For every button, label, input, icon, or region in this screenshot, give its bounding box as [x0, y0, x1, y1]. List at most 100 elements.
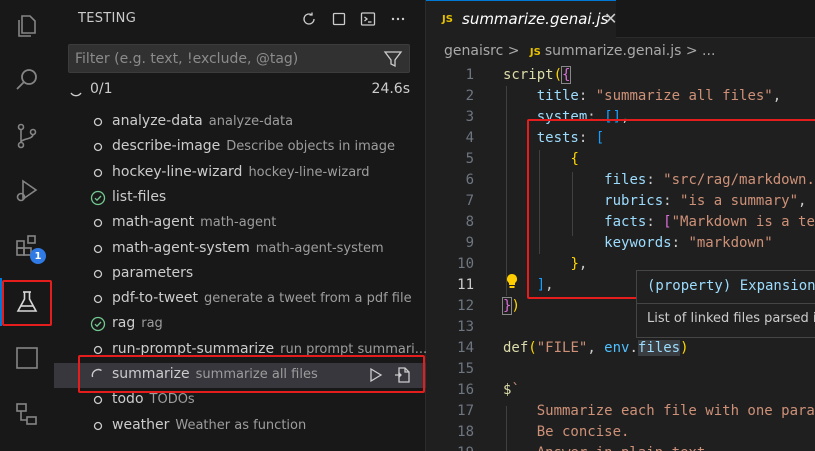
code-line: Answer in plain text. [503, 445, 714, 451]
line-number: 16 [457, 382, 474, 398]
line-number: 1 [465, 67, 474, 83]
source-control-icon[interactable] [0, 112, 54, 160]
filter-funnel-icon[interactable] [383, 49, 403, 69]
status-idle-icon [90, 165, 106, 181]
js-file-icon: JS [442, 14, 453, 25]
explorer-icon[interactable] [0, 2, 54, 50]
test-item-list-files[interactable]: list-files [54, 186, 426, 211]
test-description: TODOs [149, 392, 195, 408]
test-name: hockey-line-wizard [112, 163, 243, 180]
line-number: 19 [426, 445, 474, 451]
test-description: hockey-line-wizard [248, 164, 370, 180]
testing-sidebar: TESTING 0/1 24.6s analyze-dataanalyze-da… [54, 0, 427, 451]
line-number-current: 11 [457, 277, 474, 293]
filter-input[interactable] [75, 45, 375, 72]
test-item-parameters[interactable]: parameters [54, 262, 426, 287]
test-name: weather [112, 416, 170, 433]
code-line: }) [501, 297, 520, 315]
test-item-pdf-to-tweet[interactable]: pdf-to-tweet generate a tweet from a pdf … [54, 287, 426, 312]
hover-signature: (property) ExpansionV [647, 278, 815, 294]
breadcrumb-file[interactable]: summarize.genai.js [545, 43, 682, 59]
test-description: math-agent-system [255, 240, 384, 256]
run-debug-icon[interactable] [0, 166, 54, 214]
test-item-label: math-agent math-agent [112, 214, 276, 230]
js-file-icon: JS [529, 47, 541, 58]
test-duration: 24.6s [371, 81, 410, 97]
test-item-label: weather Weather as function [112, 417, 306, 433]
extensions-icon[interactable]: 1 [0, 222, 54, 270]
code-line: script({ [503, 66, 572, 84]
extensions-badge: 1 [30, 248, 46, 264]
tab-strip [616, 0, 815, 38]
tab-title: summarize.genai.js [462, 10, 609, 28]
line-number: 15 [457, 361, 474, 377]
test-description: math-agent [200, 215, 277, 231]
status-idle-icon [90, 114, 106, 130]
line-number: 10 [457, 256, 474, 272]
test-item-label: todo TODOs [112, 391, 195, 407]
test-summary: 0/1 24.6s [68, 80, 410, 100]
line-number: 5 [465, 151, 474, 167]
lightbulb-icon[interactable] [505, 273, 519, 293]
test-item-label: rag rag [112, 315, 163, 331]
test-name: math-agent [112, 214, 195, 231]
code-line: def("FILE", env.files) [503, 340, 689, 356]
line-number: 7 [465, 193, 474, 209]
status-idle-icon [90, 291, 106, 307]
line-number: 4 [465, 130, 474, 146]
test-count: 0/1 [90, 81, 113, 97]
code-line: Be concise. [503, 424, 630, 440]
test-item-label: analyze-data analyze-data [112, 113, 293, 129]
test-item-label: math-agent-system math-agent-system [112, 240, 384, 256]
test-item-math-agent-system[interactable]: math-agent-system math-agent-system [54, 237, 426, 262]
filter-box [68, 44, 410, 73]
status-idle-icon [90, 392, 106, 408]
test-item-weather[interactable]: weather Weather as function [54, 414, 426, 439]
line-number: 3 [465, 109, 474, 125]
status-idle-icon [90, 215, 106, 231]
breadcrumb-tail[interactable]: > ... [686, 43, 716, 59]
test-name: todo [112, 391, 144, 408]
test-item-rag[interactable]: rag rag [54, 312, 426, 337]
line-number: 9 [465, 235, 474, 251]
panel-icon[interactable] [0, 334, 54, 382]
hover-divider [637, 303, 815, 304]
test-name: describe-image [112, 138, 221, 155]
line-number: 18 [457, 424, 474, 440]
breadcrumb-separator: > [507, 43, 520, 59]
breadcrumb-folder[interactable]: genaisrc [444, 43, 503, 59]
test-item-hockey-line-wizard[interactable]: hockey-line-wizard hockey-line-wizard [54, 161, 426, 186]
status-idle-icon [90, 418, 106, 434]
line-number: 12 [457, 298, 474, 314]
hover-doc: List of linked files parsed i [647, 311, 815, 326]
breadcrumb: genaisrc > JS summarize.genai.js > ... [444, 43, 715, 59]
test-item-label: list-files [112, 189, 166, 205]
test-item-math-agent[interactable]: math-agent math-agent [54, 211, 426, 236]
status-idle-icon [90, 139, 106, 155]
test-item-label: hockey-line-wizard hockey-line-wizard [112, 164, 370, 180]
test-description: analyze-data [208, 114, 294, 129]
terminal-icon[interactable] [357, 8, 379, 30]
line-number: 2 [465, 88, 474, 104]
test-name: math-agent-system [112, 239, 250, 256]
code-line: $` [503, 382, 520, 398]
more-actions-icon[interactable] [387, 8, 409, 30]
search-icon[interactable] [0, 56, 54, 104]
line-number: 8 [465, 214, 474, 230]
remote-explorer-icon[interactable] [0, 390, 54, 438]
tab-summarize-genai-js[interactable]: JS summarize.genai.js ✕ [426, 0, 617, 38]
testing-highlight-box [2, 280, 52, 326]
test-item-describe-image[interactable]: describe-image Describe objects in image [54, 135, 426, 160]
test-item-label: parameters [112, 265, 193, 281]
code-line: title: "summarize all files", [536, 88, 782, 104]
test-item-analyze-data[interactable]: analyze-data analyze-data [54, 110, 426, 135]
line-number: 13 [457, 319, 474, 335]
refresh-icon[interactable] [298, 8, 320, 30]
test-description: Describe objects in image [226, 139, 396, 155]
activity-bar: 1 [0, 0, 54, 451]
stop-icon[interactable] [328, 8, 350, 30]
hover-tooltip: (property) ExpansionV List of linked fil… [636, 270, 815, 338]
test-item-label: describe-image Describe objects in image [112, 138, 395, 154]
test-name: list-files [112, 188, 167, 205]
status-passed-icon [90, 316, 106, 332]
